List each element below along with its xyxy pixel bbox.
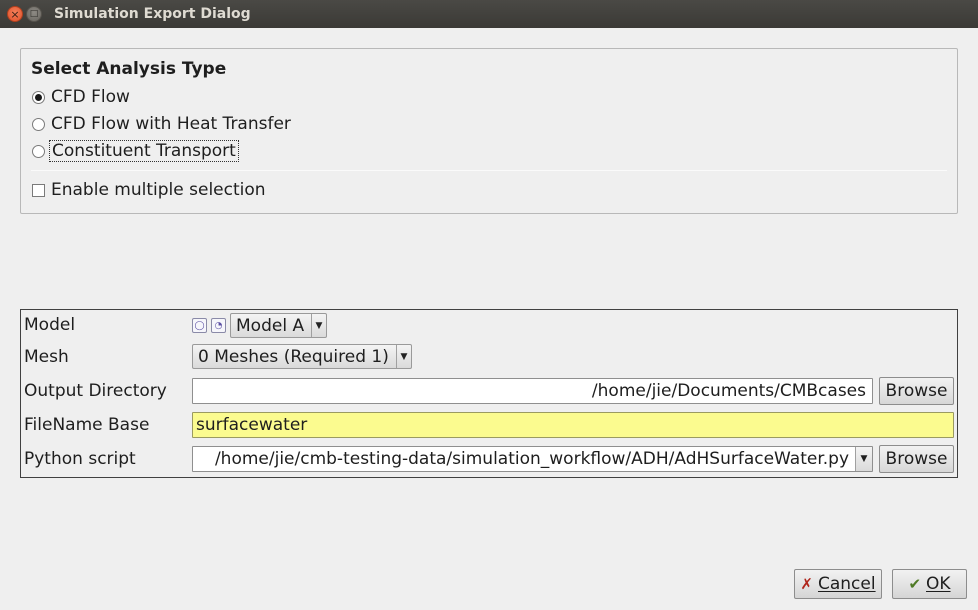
model-label: Model: [24, 315, 76, 335]
ok-button[interactable]: ✔ OK: [892, 569, 967, 599]
radio-cfd-flow[interactable]: CFD Flow: [32, 86, 130, 108]
radio-button-icon[interactable]: [32, 90, 45, 104]
model-select[interactable]: Model A ▼: [230, 313, 327, 338]
python-script-browse-button[interactable]: Browse: [879, 445, 954, 473]
radio-label: CFD Flow with Heat Transfer: [51, 114, 291, 134]
model-view-icon[interactable]: ◯: [192, 318, 207, 333]
chevron-down-icon: ▼: [311, 314, 326, 337]
checkbox-icon[interactable]: [32, 183, 45, 197]
window-title: Simulation Export Dialog: [54, 6, 251, 22]
python-script-combo[interactable]: /home/jie/cmb-testing-data/simulation_wo…: [192, 446, 873, 472]
radio-cfd-flow-heat[interactable]: CFD Flow with Heat Transfer: [32, 113, 291, 135]
title-bar: × □ Simulation Export Dialog: [0, 0, 978, 28]
radio-label: CFD Flow: [51, 87, 130, 107]
maximize-window-button[interactable]: □: [26, 6, 42, 22]
mesh-select[interactable]: 0 Meshes (Required 1) ▼: [192, 344, 412, 369]
output-directory-browse-button[interactable]: Browse: [879, 377, 954, 405]
output-directory-input[interactable]: /home/jie/Documents/CMBcases: [192, 378, 873, 404]
python-script-label: Python script: [24, 449, 136, 469]
radio-label: Constituent Transport: [49, 140, 239, 162]
close-icon: ×: [10, 7, 20, 21]
radio-button-icon[interactable]: [32, 117, 45, 131]
cancel-x-icon: ✗: [800, 575, 813, 593]
mesh-label: Mesh: [24, 347, 69, 367]
python-script-value[interactable]: /home/jie/cmb-testing-data/simulation_wo…: [193, 449, 855, 469]
model-settings-icon[interactable]: ◔: [211, 318, 226, 333]
chevron-down-icon: ▼: [396, 345, 411, 368]
filename-base-label: FileName Base: [24, 415, 150, 435]
ok-label: OK: [926, 574, 951, 594]
mesh-value: 0 Meshes (Required 1): [198, 346, 389, 367]
separator: [31, 170, 947, 171]
maximize-icon: □: [29, 8, 39, 19]
analysis-type-group: Select Analysis Type CFD Flow CFD Flow w…: [20, 48, 958, 214]
enable-multiple-selection-checkbox[interactable]: Enable multiple selection: [32, 179, 266, 201]
cancel-button[interactable]: ✗ Cancel: [794, 569, 882, 599]
checkbox-label: Enable multiple selection: [51, 180, 266, 200]
cancel-label: Cancel: [817, 574, 876, 594]
model-value: Model A: [236, 315, 305, 336]
analysis-type-title: Select Analysis Type: [31, 59, 227, 79]
radio-constituent-transport[interactable]: Constituent Transport: [32, 140, 239, 162]
chevron-down-icon[interactable]: ▼: [855, 447, 872, 471]
close-window-button[interactable]: ×: [7, 6, 23, 22]
filename-base-input[interactable]: surfacewater: [192, 412, 954, 438]
export-form: Model ◯ ◔ Model A ▼ Mesh 0 Meshes (Requi…: [20, 309, 958, 478]
ok-check-icon: ✔: [908, 575, 922, 593]
output-directory-label: Output Directory: [24, 381, 167, 401]
radio-button-icon[interactable]: [32, 144, 45, 158]
